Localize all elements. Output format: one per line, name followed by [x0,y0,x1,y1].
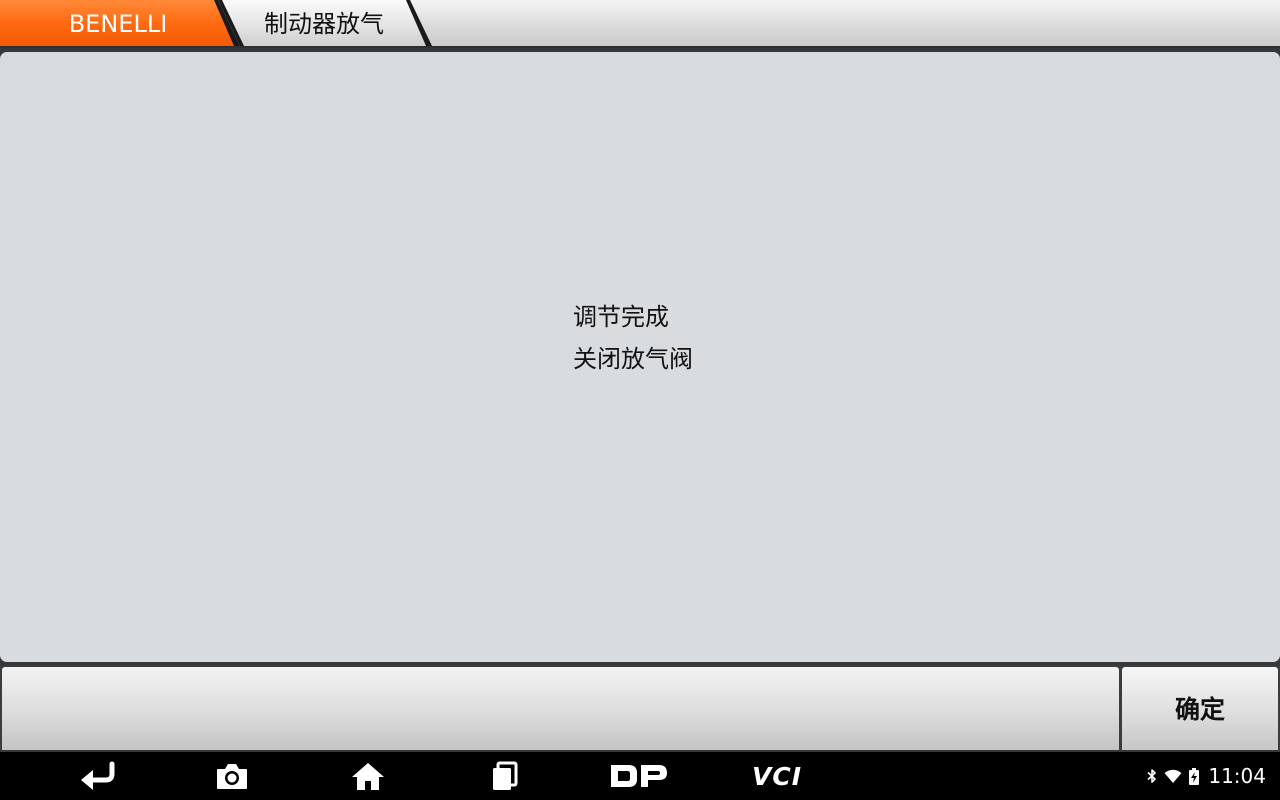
confirm-button[interactable]: 确定 [1122,667,1278,750]
dp-button[interactable] [606,758,672,794]
breadcrumb-brand-label: BENELLI [68,10,168,38]
content-panel: 调节完成 关闭放气阀 [0,52,1280,662]
status-area: 11:04 [1147,752,1266,800]
system-nav-bar: VCI 11:04 [0,752,1280,800]
breadcrumb: BENELLI 制动器放气 [0,0,1280,48]
back-icon [81,761,115,790]
wifi-icon [1164,769,1182,783]
battery-charging-icon [1189,767,1200,785]
home-icon [352,763,384,790]
message-line-2: 关闭放气阀 [573,345,693,373]
breadcrumb-current-page[interactable]: 制动器放气 [218,0,434,46]
status-message: 调节完成 关闭放气阀 [573,296,693,380]
action-bar: 确定 [0,665,1280,750]
recent-apps-icon [493,761,518,790]
vci-button[interactable]: VCI [744,758,810,794]
home-button[interactable] [346,758,390,794]
camera-icon [217,764,247,789]
bluetooth-icon [1147,769,1157,783]
message-line-1: 调节完成 [573,303,669,331]
breadcrumb-page-label: 制动器放气 [264,10,384,38]
back-button[interactable] [76,758,120,794]
screenshot-button[interactable] [210,758,254,794]
vci-icon: VCI [752,761,802,791]
recent-apps-button[interactable] [482,758,526,794]
action-bar-empty-area [2,667,1119,750]
clock: 11:04 [1208,764,1266,788]
dp-icon [611,765,667,787]
breadcrumb-brand[interactable]: BENELLI [0,0,240,46]
